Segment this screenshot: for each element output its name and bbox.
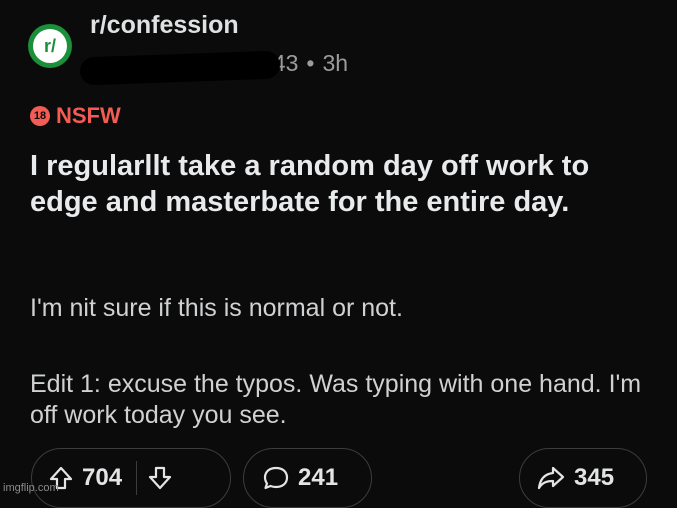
subreddit-avatar[interactable]: r/ xyxy=(28,24,72,68)
nsfw-18-icon: 18 xyxy=(30,106,50,126)
comment-count: 241 xyxy=(298,464,339,491)
share-icon xyxy=(536,465,566,491)
vote-bar: 704 xyxy=(31,448,231,508)
post-body-paragraph-2: Edit 1: excuse the typos. Was typing wit… xyxy=(30,370,642,429)
share-button[interactable]: 345 xyxy=(519,448,647,508)
subreddit-name[interactable]: r/confession xyxy=(90,11,239,40)
imgflip-watermark: imgflip.com xyxy=(3,482,59,494)
comment-icon xyxy=(262,465,290,491)
subreddit-avatar-icon: r/ xyxy=(33,29,67,63)
redaction-scribble xyxy=(79,50,281,86)
comments-button[interactable]: 241 xyxy=(243,448,372,508)
nsfw-tag: 18 NSFW xyxy=(30,103,121,129)
nsfw-label: NSFW xyxy=(56,103,121,128)
post-time: 3h xyxy=(322,49,349,76)
share-count: 345 xyxy=(574,464,615,491)
post-title[interactable]: I regularllt take a random day off work … xyxy=(30,148,650,220)
meta-separator: • xyxy=(306,49,315,76)
post-body-paragraph-1: I'm nit sure if this is normal or not. xyxy=(30,294,403,322)
downvote-icon[interactable] xyxy=(147,465,173,491)
upvote-count: 704 xyxy=(82,464,123,491)
vote-divider xyxy=(136,461,138,495)
